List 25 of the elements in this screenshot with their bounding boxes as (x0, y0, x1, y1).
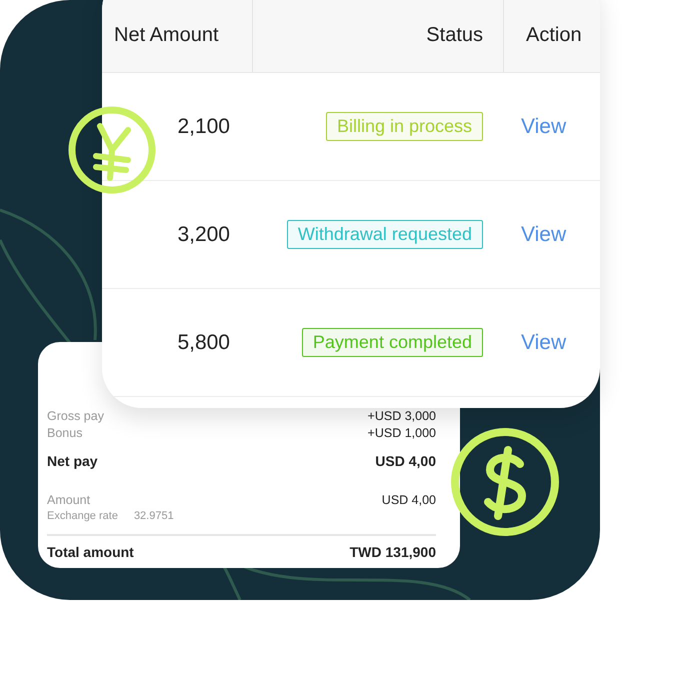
line-label: Net pay (47, 453, 98, 469)
view-link[interactable]: View (521, 222, 566, 246)
status-tag: Billing in process (326, 112, 483, 141)
line-value: USD 4,00 (375, 453, 436, 469)
line-label: Total amount (47, 544, 134, 560)
yen-coin-icon (66, 104, 158, 196)
status-tag: Payment completed (302, 328, 483, 357)
line-value: +USD 3,000 (368, 409, 436, 423)
amount-cell: 2,100 (177, 114, 230, 138)
line-value: 32.9751 (134, 510, 174, 522)
status-tag: Withdrawal requested (286, 220, 483, 249)
line-label: Exchange rate (47, 510, 118, 522)
column-header: Status (426, 24, 483, 47)
line-value: +USD 1,000 (368, 426, 436, 440)
view-link[interactable]: View (521, 114, 566, 138)
line-label: Gross pay (47, 409, 104, 423)
view-link[interactable]: View (521, 330, 566, 354)
column-header: Net Amount (114, 24, 219, 47)
line-value: USD 4,00 (382, 493, 436, 507)
line-label: Amount (47, 493, 90, 507)
amount-cell: 5,800 (177, 330, 230, 354)
column-header: Action (526, 24, 582, 47)
amount-cell: 3,200 (177, 222, 230, 246)
line-label: Bonus (47, 426, 82, 440)
line-value: TWD 131,900 (350, 544, 436, 560)
